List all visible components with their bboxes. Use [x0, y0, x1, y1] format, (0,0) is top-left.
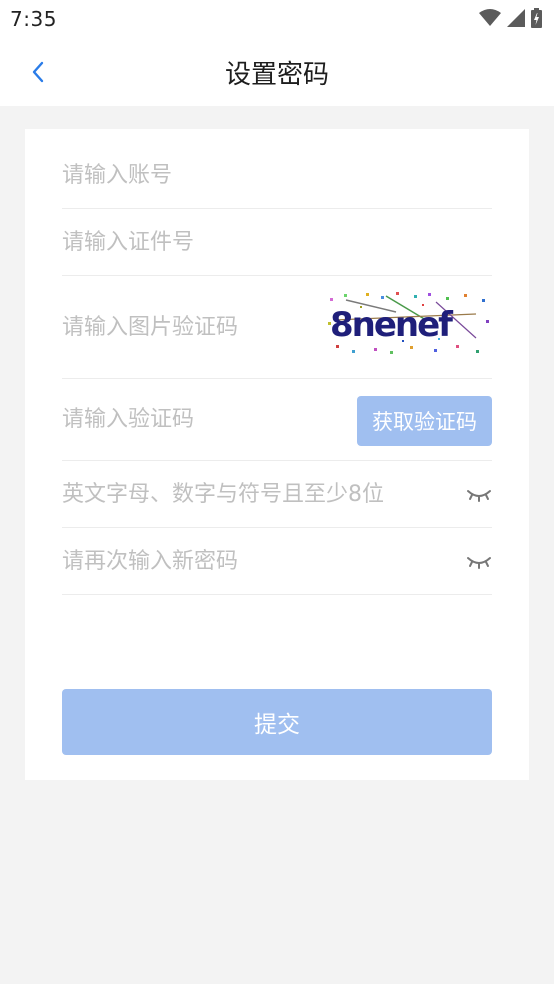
confirm-password-row — [62, 528, 492, 595]
captcha-image[interactable]: 8nenef — [326, 290, 492, 356]
status-time: 7:35 — [10, 7, 57, 31]
sms-code-row: 获取验证码 — [62, 379, 492, 461]
submit-button[interactable]: 提交 — [62, 689, 492, 755]
confirm-password-input[interactable] — [62, 528, 452, 594]
image-captcha-row: 8nenef — [62, 276, 492, 379]
status-icons — [479, 8, 542, 28]
nav-bar: 设置密码 — [0, 36, 554, 106]
eye-closed-icon[interactable] — [466, 483, 492, 505]
account-row — [62, 142, 492, 209]
eye-closed-icon[interactable] — [466, 550, 492, 572]
password-input[interactable] — [62, 461, 452, 527]
page-title: 设置密码 — [224, 60, 329, 90]
form-card: 8nenef 获取验证码 提交 — [25, 129, 529, 780]
wifi-icon — [479, 9, 501, 26]
status-bar: 7:35 — [0, 0, 554, 36]
cell-signal-icon — [507, 9, 525, 27]
sms-code-input[interactable] — [62, 379, 342, 460]
account-input[interactable] — [62, 142, 492, 208]
battery-icon — [531, 8, 542, 28]
password-row — [62, 461, 492, 528]
id-number-input[interactable] — [62, 209, 492, 275]
get-code-button[interactable]: 获取验证码 — [357, 396, 492, 446]
image-captcha-input[interactable] — [62, 276, 342, 378]
captcha-text: 8nenef — [330, 305, 454, 345]
id-number-row — [62, 209, 492, 276]
